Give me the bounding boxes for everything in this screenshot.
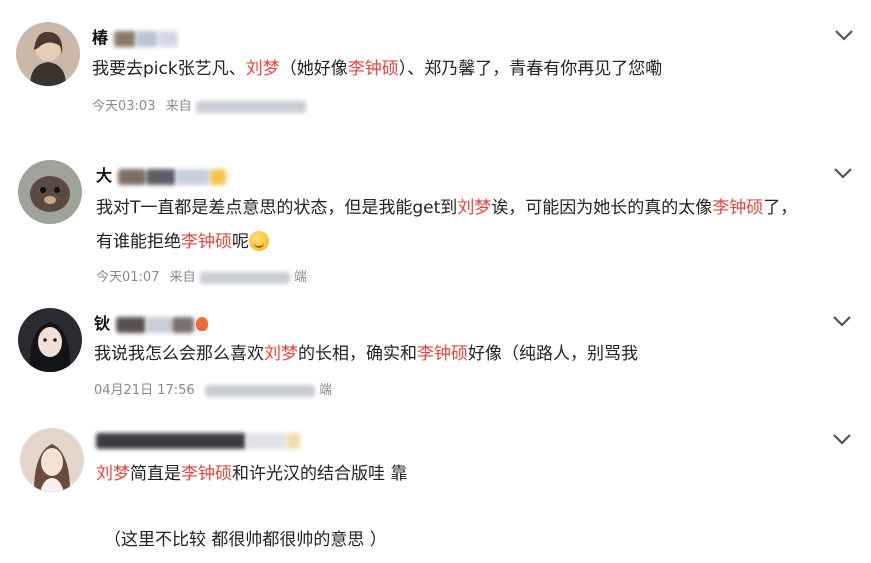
text-segment: ）、郑乃馨了，青春有你再见了您嘞 bbox=[398, 59, 663, 79]
avatar[interactable] bbox=[20, 428, 84, 492]
text-segment: 和许光汉的结合版哇 靠 bbox=[232, 464, 408, 484]
comment-text: 我说我怎么会那么喜欢刘梦的长相，确实和李钟硕好像（纯路人，别骂我 bbox=[94, 338, 638, 370]
comment-text-line2: 有谁能拒绝李钟硕呢 bbox=[96, 226, 269, 258]
comment-extra-text: （这里不比较 都很帅都很帅的意思 ） bbox=[104, 530, 387, 550]
highlighted-name[interactable]: 刘梦 bbox=[96, 464, 130, 484]
source-suffix: 端 bbox=[318, 383, 332, 398]
source-label: 来自 bbox=[169, 270, 196, 285]
highlighted-name[interactable]: 李钟硕 bbox=[712, 198, 763, 218]
avatar[interactable] bbox=[16, 22, 80, 86]
username[interactable] bbox=[96, 430, 300, 449]
text-segment: 了， bbox=[763, 198, 798, 218]
username[interactable]: 椿 bbox=[92, 24, 178, 48]
chevron-down-icon[interactable] bbox=[833, 28, 855, 42]
comment-item: 大 我对T一直都是差点意思的状态，但是我能get到刘梦诶，可能因为她长的真的太像… bbox=[0, 150, 871, 290]
text-segment: 我对T一直都是差点意思的状态，但是我能get到 bbox=[96, 198, 458, 218]
highlighted-name[interactable]: 李钟硕 bbox=[417, 344, 468, 364]
username[interactable]: 大 bbox=[96, 162, 226, 186]
highlighted-name[interactable]: 李钟硕 bbox=[348, 59, 399, 79]
text-segment: 的长相，确实和 bbox=[298, 344, 417, 364]
chevron-down-icon[interactable] bbox=[831, 432, 853, 446]
text-segment: 我说我怎么会那么喜欢 bbox=[94, 344, 264, 364]
comment-item: 钬 我说我怎么会那么喜欢刘梦的长相，确实和李钟硕好像（纯路人，别骂我 04月21… bbox=[0, 300, 871, 410]
highlighted-name[interactable]: 刘梦 bbox=[264, 344, 298, 364]
flame-icon bbox=[195, 317, 208, 331]
text-segment: 有谁能拒绝 bbox=[96, 232, 181, 252]
highlighted-name[interactable]: 刘梦 bbox=[246, 59, 280, 79]
highlighted-name[interactable]: 刘梦 bbox=[457, 198, 491, 218]
smile-emoji-icon bbox=[249, 231, 269, 251]
text-segment: （她好像 bbox=[279, 59, 348, 79]
text-segment: 好像（纯路人，别骂我 bbox=[468, 344, 638, 364]
highlighted-name[interactable]: 李钟硕 bbox=[181, 464, 232, 484]
chevron-down-icon[interactable] bbox=[832, 166, 854, 180]
source-label: 来自 bbox=[165, 99, 192, 114]
text-segment: 我要去pick张艺凡、 bbox=[92, 59, 246, 79]
timestamp: 04月21日 17:56 bbox=[94, 383, 195, 398]
comment-meta: 今天03:03 来自 bbox=[92, 95, 306, 114]
comment-meta: 今天01:07 来自 端 bbox=[96, 266, 307, 285]
text-segment: 呢 bbox=[232, 232, 249, 252]
timestamp: 今天03:03 bbox=[92, 99, 156, 114]
text-segment: 诶，可能因为她长的真的太像 bbox=[491, 198, 713, 218]
comment-item: 椿 我要去pick张艺凡、刘梦（她好像李钟硕）、郑乃馨了，青春有你再见了您嘞 今… bbox=[0, 0, 871, 130]
avatar[interactable] bbox=[18, 308, 82, 372]
avatar[interactable] bbox=[18, 160, 82, 224]
comment-meta: 04月21日 17:56 端 bbox=[94, 379, 332, 398]
highlighted-name[interactable]: 李钟硕 bbox=[181, 232, 232, 252]
comment-text: 刘梦简直是李钟硕和许光汉的结合版哇 靠 bbox=[96, 458, 407, 490]
comment-item: 刘梦简直是李钟硕和许光汉的结合版哇 靠 （这里不比较 都很帅都很帅的意思 ） bbox=[0, 420, 871, 563]
chevron-down-icon[interactable] bbox=[831, 314, 853, 328]
comment-text: 我对T一直都是差点意思的状态，但是我能get到刘梦诶，可能因为她长的真的太像李钟… bbox=[96, 192, 797, 224]
username[interactable]: 钬 bbox=[94, 310, 208, 334]
text-segment: 简直是 bbox=[130, 464, 181, 484]
comment-text: 我要去pick张艺凡、刘梦（她好像李钟硕）、郑乃馨了，青春有你再见了您嘞 bbox=[92, 53, 662, 85]
timestamp: 今天01:07 bbox=[96, 270, 160, 285]
source-suffix: 端 bbox=[293, 270, 307, 285]
